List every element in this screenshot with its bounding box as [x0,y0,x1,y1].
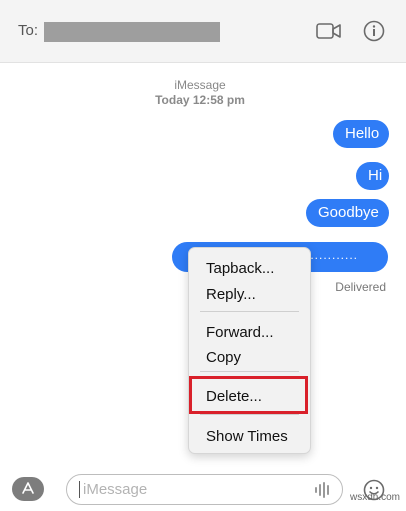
text-cursor [79,481,80,498]
menu-item-show-times[interactable]: Show Times [206,428,288,445]
info-icon[interactable] [363,20,385,42]
message-input[interactable]: iMessage [66,474,343,505]
menu-separator [200,311,299,312]
recipient-field-redacted[interactable] [44,22,220,42]
service-label: iMessage [174,78,226,92]
message-context-menu: Tapback... Reply... Forward... Copy Dele… [188,247,311,454]
menu-separator [200,414,299,415]
message-bubble[interactable]: Hi [356,162,389,190]
menu-separator [200,371,299,372]
message-bubble[interactable]: Goodbye [306,199,389,227]
message-input-placeholder: iMessage [83,481,148,498]
menu-item-copy[interactable]: Copy [206,349,241,366]
timestamp: Today 12:58 pm [155,93,245,107]
video-camera-icon[interactable] [316,22,342,40]
watermark: wsxdn.com [349,492,400,503]
menu-item-reply[interactable]: Reply... [206,286,256,303]
conversation-header: To: [0,0,406,63]
message-bubble[interactable]: Hello [333,120,389,148]
delivery-status: Delivered [335,280,386,294]
menu-item-forward[interactable]: Forward... [206,324,274,341]
menu-item-tapback[interactable]: Tapback... [206,260,274,277]
delete-highlight-box [189,376,308,414]
to-label: To: [18,22,39,39]
app-store-icon[interactable] [12,477,44,501]
audio-waveform-icon[interactable] [314,481,332,499]
